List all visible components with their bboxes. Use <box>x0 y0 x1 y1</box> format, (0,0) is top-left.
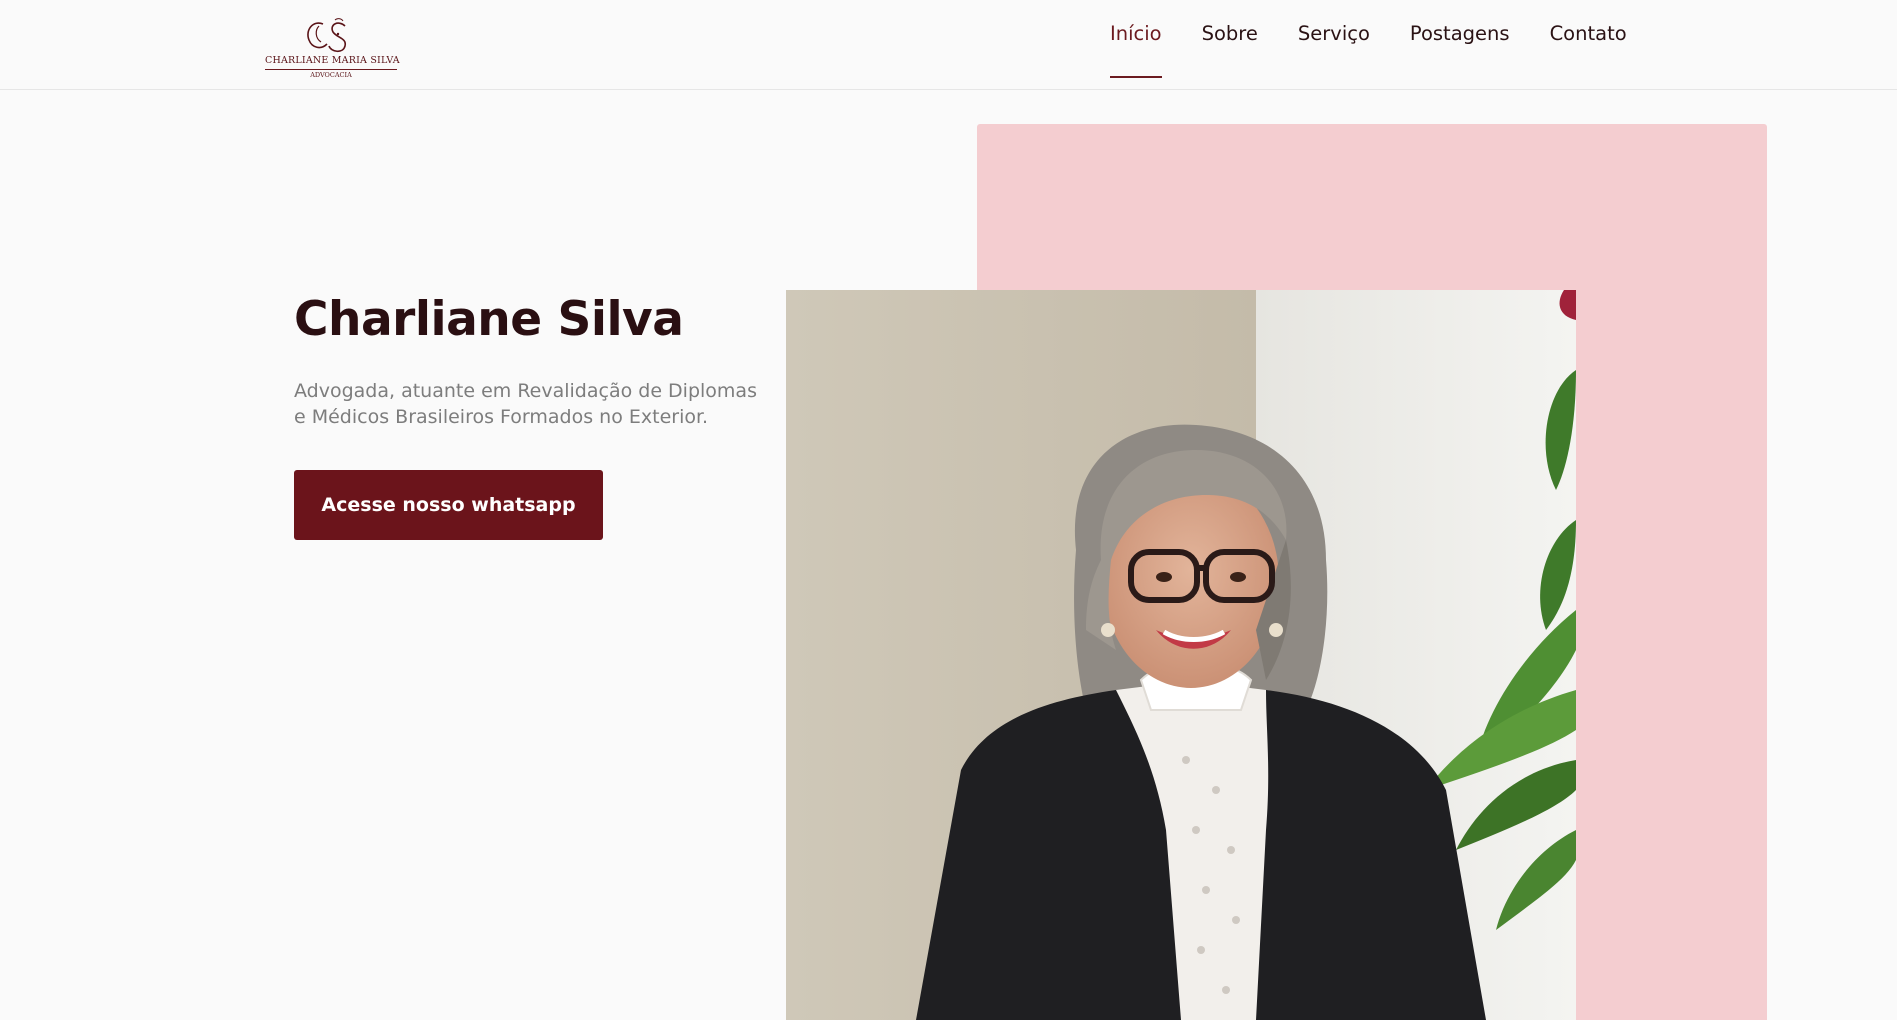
logo-subtitle: ADVOCACIA <box>310 71 352 79</box>
hero-portrait-image <box>786 290 1576 1020</box>
whatsapp-cta-button[interactable]: Acesse nosso whatsapp <box>294 470 603 540</box>
logo-name: CHARLIANE MARIA SILVA <box>265 55 400 66</box>
nav-item-inicio[interactable]: Início <box>1110 0 1162 90</box>
hero-title: Charliane Silva <box>294 292 684 347</box>
portrait-illustration <box>786 290 1576 1020</box>
hero-subtitle: Advogada, atuante em Revalidação de Dipl… <box>294 380 757 428</box>
site-header: CHARLIANE MARIA SILVA ADVOCACIA Início S… <box>0 0 1897 90</box>
nav-item-sobre[interactable]: Sobre <box>1202 0 1258 90</box>
brand-logo[interactable]: CHARLIANE MARIA SILVA ADVOCACIA <box>265 16 400 79</box>
nav-item-postagens[interactable]: Postagens <box>1410 0 1510 90</box>
monogram-logo-icon <box>307 18 347 53</box>
nav-item-servico[interactable]: Serviço <box>1298 0 1370 90</box>
logo-divider <box>265 69 397 70</box>
main-nav: Início Sobre Serviço Postagens Contato <box>1110 0 1667 90</box>
nav-item-contato[interactable]: Contato <box>1550 0 1627 90</box>
